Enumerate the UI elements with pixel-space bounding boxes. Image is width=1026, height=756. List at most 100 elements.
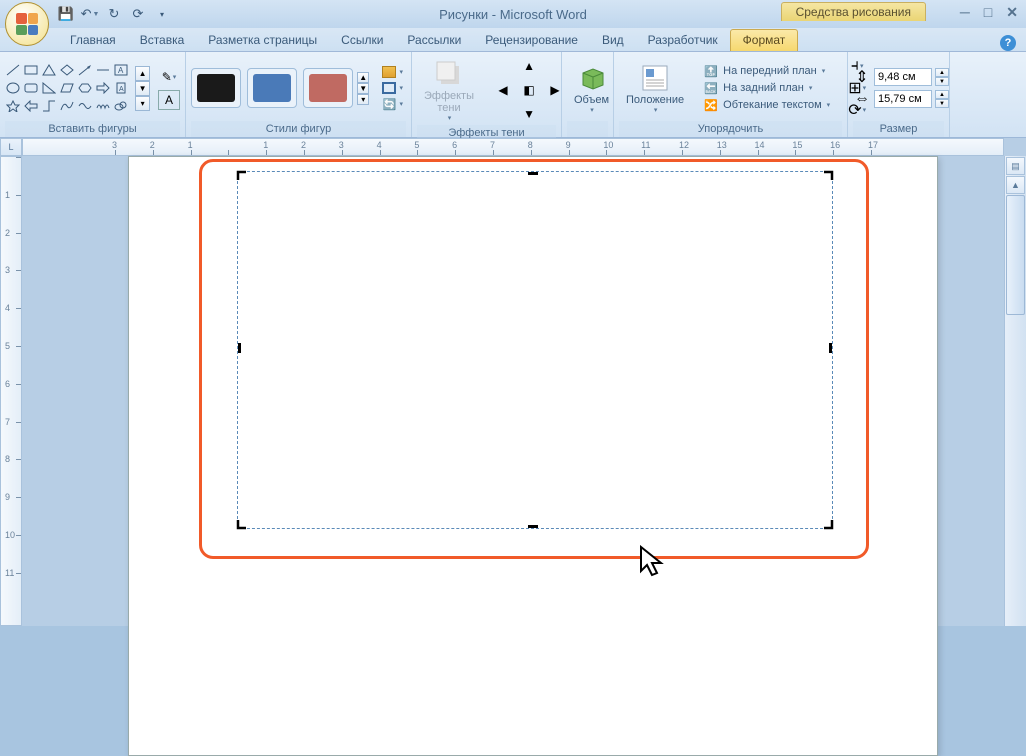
handle-bl-icon[interactable] — [236, 518, 248, 530]
shapes-gallery[interactable]: A A — [5, 62, 129, 114]
tab-pagelayout[interactable]: Разметка страницы — [196, 30, 329, 51]
shape-connector-icon[interactable] — [41, 98, 57, 114]
gallery-more-icon[interactable]: ▾ — [135, 96, 150, 111]
shape-outline-button[interactable]: ▾ — [379, 81, 406, 95]
pen-icon — [382, 82, 396, 94]
shape-curve-icon[interactable] — [59, 98, 75, 114]
nudge-up-icon[interactable]: ▲ — [517, 55, 541, 77]
spin-down-icon[interactable]: ▼ — [935, 99, 949, 108]
redo-icon[interactable]: ↻ — [104, 4, 124, 24]
handle-br-icon[interactable] — [822, 518, 834, 530]
style-gallery[interactable] — [191, 68, 353, 108]
shape-arrow-icon[interactable] — [77, 62, 93, 78]
shape-parallelogram-icon[interactable] — [59, 80, 75, 96]
text-wrap-button[interactable]: 🔀Обтекание текстом▾ — [699, 97, 834, 113]
shadow-effects-button[interactable]: Эффекты тени ▾ — [417, 55, 481, 125]
3d-effects-button[interactable]: Объем ▾ — [567, 59, 616, 117]
cube-icon — [576, 62, 608, 94]
nudge-left-icon[interactable]: ◀ — [491, 79, 515, 101]
shape-triangle-icon[interactable] — [41, 62, 57, 78]
shape-freeform-icon[interactable] — [77, 98, 93, 114]
tab-mailings[interactable]: Рассылки — [395, 30, 473, 51]
shape-roundrect-icon[interactable] — [23, 80, 39, 96]
window-controls: ─ □ ✕ — [960, 4, 1018, 21]
change-shape-button[interactable]: 🔄▾ — [379, 97, 406, 111]
bring-front-button[interactable]: 🔝На передний план▾ — [699, 63, 834, 79]
shape-scribble-icon[interactable] — [95, 98, 111, 114]
save-icon[interactable]: 💾 — [56, 4, 76, 24]
text-box-icon[interactable]: A — [158, 90, 180, 110]
handle-tl-icon[interactable] — [236, 170, 248, 182]
nudge-down-icon[interactable]: ▼ — [517, 103, 541, 125]
shape-rarrow-icon[interactable] — [95, 80, 111, 96]
group-label: Вставить фигуры — [5, 121, 180, 137]
group-size: ⇕ 9,48 см ▲▼ ⇔ 15,79 см ▲▼ Размер — [848, 52, 950, 137]
qat-customize-icon[interactable]: ▾ — [152, 4, 172, 24]
tab-format[interactable]: Формат — [730, 29, 799, 51]
shape-text-icon[interactable]: A — [113, 62, 129, 78]
tab-view[interactable]: Вид — [590, 30, 636, 51]
shape-line-icon[interactable] — [5, 62, 21, 78]
ruler-toggle-icon[interactable]: ▤ — [1006, 157, 1025, 175]
shape-rtriangle-icon[interactable] — [41, 80, 57, 96]
handle-t-icon[interactable] — [528, 169, 538, 179]
shadow-toggle-icon[interactable]: ◧ — [517, 79, 541, 101]
bring-front-icon: 🔝 — [703, 64, 719, 78]
handle-b-icon[interactable] — [528, 521, 538, 531]
shape-diamond-icon[interactable] — [59, 62, 75, 78]
shape-line2-icon[interactable] — [95, 62, 111, 78]
group-shape-styles: ▲ ▼ ▾ ▾ ▾ 🔄▾ Стили фигур — [186, 52, 412, 137]
shape-star-icon[interactable] — [5, 98, 21, 114]
shape-hexagon-icon[interactable] — [77, 80, 93, 96]
style-up-icon[interactable]: ▲ — [357, 72, 369, 83]
spin-down-icon[interactable]: ▼ — [935, 77, 949, 86]
shadow-nudge: ▲ ◀ ◧ ▶ ▼ — [491, 55, 567, 125]
handle-l-icon[interactable] — [235, 343, 245, 353]
spin-up-icon[interactable]: ▲ — [935, 90, 949, 99]
office-logo-icon — [16, 13, 38, 35]
send-back-button[interactable]: 🔙На задний план▾ — [699, 80, 834, 96]
tab-review[interactable]: Рецензирование — [473, 30, 590, 51]
tab-home[interactable]: Главная — [58, 30, 128, 51]
page[interactable] — [128, 156, 938, 756]
handle-tr-icon[interactable] — [822, 170, 834, 182]
tab-developer[interactable]: Разработчик — [636, 30, 730, 51]
shape-oval-icon[interactable] — [5, 80, 21, 96]
repeat-icon[interactable]: ⟳ — [128, 4, 148, 24]
style-swatch-1[interactable] — [191, 68, 241, 108]
office-button[interactable] — [5, 2, 49, 46]
vertical-ruler[interactable]: 1234567891011 — [0, 156, 22, 626]
undo-icon[interactable]: ↶▼ — [80, 4, 100, 24]
width-input[interactable]: 15,79 см — [874, 90, 932, 108]
tab-selector-icon[interactable]: L — [0, 138, 22, 156]
drawing-canvas[interactable] — [237, 171, 833, 529]
scroll-up-icon[interactable]: ▲ — [1006, 176, 1025, 194]
style-swatch-3[interactable] — [303, 68, 353, 108]
shape-cloud-icon[interactable] — [113, 98, 129, 114]
handle-r-icon[interactable] — [825, 343, 835, 353]
shape-vtext-icon[interactable]: A — [113, 80, 129, 96]
shape-rect-icon[interactable] — [23, 62, 39, 78]
style-more-icon[interactable]: ▾ — [357, 94, 369, 105]
maximize-button[interactable]: □ — [984, 4, 992, 21]
spin-up-icon[interactable]: ▲ — [935, 68, 949, 77]
shape-fill-button[interactable]: ▾ — [379, 65, 406, 79]
ribbon: A A ▲ ▼ ▾ ✎▾ — [0, 52, 1026, 138]
style-down-icon[interactable]: ▼ — [357, 83, 369, 94]
tab-insert[interactable]: Вставка — [128, 30, 197, 51]
position-button[interactable]: Положение ▾ — [619, 59, 691, 117]
close-button[interactable]: ✕ — [1006, 4, 1018, 21]
scroll-thumb[interactable] — [1006, 195, 1025, 315]
minimize-button[interactable]: ─ — [960, 4, 970, 21]
shape-larrow-icon[interactable] — [23, 98, 39, 114]
shadow-icon — [433, 58, 465, 90]
horizontal-ruler[interactable]: 3211234567891011121314151617 — [22, 138, 1004, 156]
gallery-up-icon[interactable]: ▲ — [135, 66, 150, 81]
style-swatch-2[interactable] — [247, 68, 297, 108]
gallery-down-icon[interactable]: ▼ — [135, 81, 150, 96]
vertical-scrollbar[interactable]: ▤ ▲ — [1004, 156, 1026, 626]
help-icon[interactable]: ? — [1000, 35, 1016, 51]
height-input[interactable]: 9,48 см — [874, 68, 932, 86]
tab-references[interactable]: Ссылки — [329, 30, 395, 51]
edit-shape-icon[interactable]: ✎▾ — [158, 67, 180, 87]
